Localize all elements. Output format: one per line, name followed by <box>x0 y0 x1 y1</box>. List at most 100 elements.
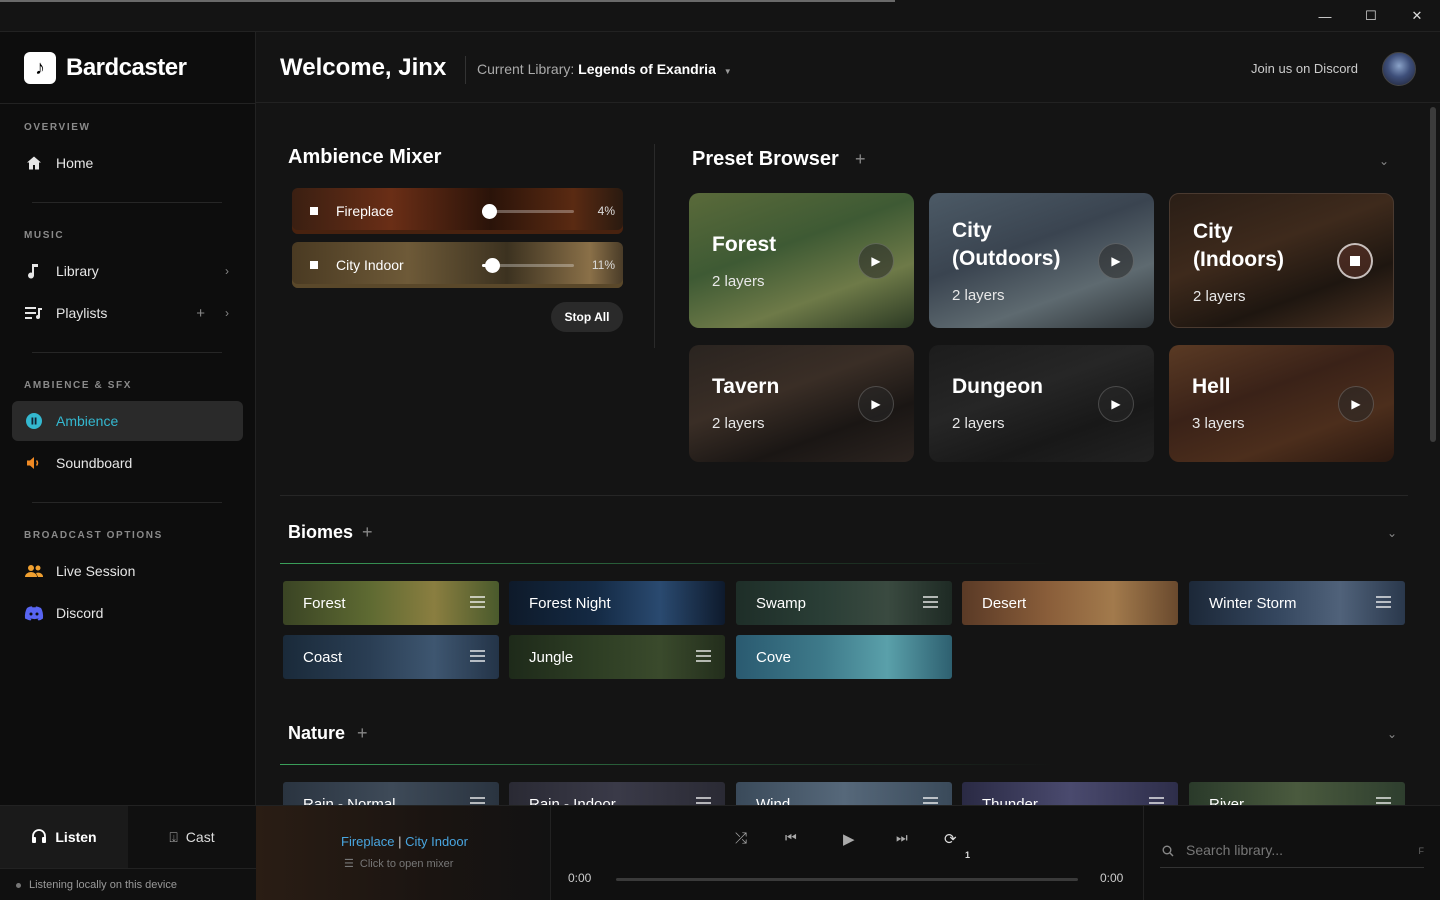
stop-button[interactable] <box>1337 242 1373 279</box>
stop-layer-icon[interactable] <box>310 207 318 215</box>
mixer-layer-row[interactable]: Fireplace 4% <box>292 188 623 234</box>
biome-tile[interactable]: Swamp <box>736 581 952 625</box>
discord-icon <box>24 605 44 621</box>
repeat-icon[interactable]: ⟳ <box>944 830 957 848</box>
preset-card[interactable]: City (Indoors) 2 layers <box>1169 193 1394 328</box>
sidebar-item-ambience[interactable]: Ambience <box>12 401 243 441</box>
chevron-right-icon[interactable]: › <box>225 306 229 320</box>
drag-handle-icon[interactable] <box>923 596 938 611</box>
drag-handle-icon[interactable] <box>696 797 711 805</box>
sidebar-item-home[interactable]: Home <box>12 143 243 183</box>
nature-tile[interactable]: Wind <box>736 782 952 805</box>
welcome-title: Welcome, Jinx <box>280 54 447 81</box>
drag-handle-icon[interactable] <box>696 650 711 665</box>
sidebar-item-label: Soundboard <box>56 455 133 471</box>
search-field[interactable]: F <box>1160 836 1424 868</box>
sidebar-item-label: Ambience <box>56 413 119 429</box>
add-biome-icon[interactable]: + <box>362 522 373 543</box>
drag-handle-icon[interactable] <box>470 797 485 805</box>
drag-handle-icon[interactable] <box>470 650 485 665</box>
main-scrollbar[interactable] <box>1430 107 1436 442</box>
home-icon <box>24 155 44 171</box>
now-playing-layer: City Indoor <box>405 834 468 849</box>
add-playlist-icon[interactable]: + <box>196 305 205 322</box>
stop-all-button[interactable]: Stop All <box>551 302 623 332</box>
minimize-button[interactable]: — <box>1302 0 1348 32</box>
play-icon: ▶ <box>871 253 881 268</box>
biome-tile[interactable]: Coast <box>283 635 499 679</box>
biome-tile[interactable]: Desert <box>962 581 1178 625</box>
add-preset-icon[interactable]: + <box>855 149 866 170</box>
user-avatar[interactable] <box>1382 52 1416 86</box>
biome-tile[interactable]: Winter Storm <box>1189 581 1405 625</box>
play-button[interactable]: ▶ <box>858 385 894 422</box>
preset-layers: 3 layers <box>1192 415 1245 432</box>
drag-handle-icon[interactable] <box>1149 797 1164 805</box>
add-nature-icon[interactable]: + <box>357 723 368 744</box>
app-logo[interactable]: ♪ Bardcaster <box>24 52 187 84</box>
sidebar-item-live-session[interactable]: Live Session <box>12 551 243 591</box>
sidebar-item-label: Live Session <box>56 563 136 579</box>
now-playing[interactable]: Fireplace | City Indoor ☰ Click to open m… <box>256 806 551 900</box>
play-button[interactable]: ▶ <box>858 242 894 279</box>
nature-tile[interactable]: Rain - Normal <box>283 782 499 805</box>
play-icon[interactable]: ▶ <box>843 830 855 848</box>
cast-button[interactable]: ⍗ Cast <box>128 806 256 868</box>
search-input[interactable] <box>1186 842 1396 858</box>
sidebar-item-library[interactable]: Library › <box>12 251 243 291</box>
preset-card[interactable]: City (Outdoors) 2 layers ▶ <box>929 193 1154 328</box>
section-overview: OVERVIEW <box>24 122 91 133</box>
drag-handle-icon[interactable] <box>923 797 938 805</box>
sidebar-item-label: Library <box>56 263 99 279</box>
previous-icon[interactable]: ⏮ <box>785 830 797 846</box>
sidebar-item-playlists[interactable]: Playlists + › <box>12 293 243 333</box>
chevron-right-icon[interactable]: › <box>225 264 229 278</box>
title-bar: — ☐ ✕ <box>0 0 1440 32</box>
play-button[interactable]: ▶ <box>1098 242 1134 279</box>
listen-button[interactable]: Listen <box>0 806 128 868</box>
close-button[interactable]: ✕ <box>1394 0 1440 32</box>
cast-icon: ⍗ <box>169 828 178 845</box>
maximize-button[interactable]: ☐ <box>1348 0 1394 32</box>
layer-volume-percent: 11% <box>591 258 615 272</box>
collapse-chevron-icon[interactable]: ⌄ <box>1387 526 1397 540</box>
preset-card[interactable]: Dungeon 2 layers ▶ <box>929 345 1154 462</box>
shuffle-icon[interactable]: ⤮ <box>735 830 747 847</box>
volume-slider[interactable] <box>482 257 574 273</box>
now-playing-separator: | <box>398 834 402 849</box>
volume-slider-handle[interactable] <box>482 203 498 219</box>
main-content: Welcome, Jinx Current Library: Legends o… <box>256 32 1440 805</box>
biome-tile[interactable]: Jungle <box>509 635 725 679</box>
drag-handle-icon[interactable] <box>1376 596 1391 611</box>
volume-slider[interactable] <box>482 203 574 219</box>
biome-tile[interactable]: Forest Night <box>509 581 725 625</box>
nature-tile[interactable]: River <box>1189 782 1405 805</box>
nature-tile[interactable]: Thunder <box>962 782 1178 805</box>
drag-handle-icon[interactable] <box>470 596 485 611</box>
preset-card[interactable]: Forest 2 layers ▶ <box>689 193 914 328</box>
preset-card[interactable]: Tavern 2 layers ▶ <box>689 345 914 462</box>
play-button[interactable]: ▶ <box>1098 385 1134 422</box>
drag-handle-icon[interactable] <box>1376 797 1391 805</box>
biome-tile[interactable]: Forest <box>283 581 499 625</box>
next-icon[interactable]: ⏭ <box>896 830 908 846</box>
sidebar-item-soundboard[interactable]: Soundboard <box>12 443 243 483</box>
volume-slider-handle[interactable] <box>485 257 501 273</box>
library-selector[interactable]: Current Library: Legends of Exandria ▼ <box>477 61 732 77</box>
mixer-layer-row[interactable]: City Indoor 11% <box>292 242 623 288</box>
preset-title: City (Indoors) <box>1193 220 1284 271</box>
mixer-title: Ambience Mixer <box>288 146 442 168</box>
search-icon <box>1162 844 1174 862</box>
preset-card[interactable]: Hell 3 layers ▶ <box>1169 345 1394 462</box>
join-discord-link[interactable]: Join us on Discord <box>1251 61 1358 76</box>
seek-bar[interactable] <box>616 878 1078 881</box>
now-playing-title[interactable]: Fireplace | City Indoor <box>341 834 468 849</box>
open-mixer-hint[interactable]: ☰ Click to open mixer <box>344 857 453 870</box>
stop-layer-icon[interactable] <box>310 261 318 269</box>
collapse-chevron-icon[interactable]: ⌄ <box>1379 154 1389 168</box>
collapse-chevron-icon[interactable]: ⌄ <box>1387 727 1397 741</box>
sidebar-item-discord[interactable]: Discord <box>12 593 243 633</box>
play-button[interactable]: ▶ <box>1338 385 1374 422</box>
biome-tile[interactable]: Cove <box>736 635 952 679</box>
nature-tile[interactable]: Rain - Indoor <box>509 782 725 805</box>
